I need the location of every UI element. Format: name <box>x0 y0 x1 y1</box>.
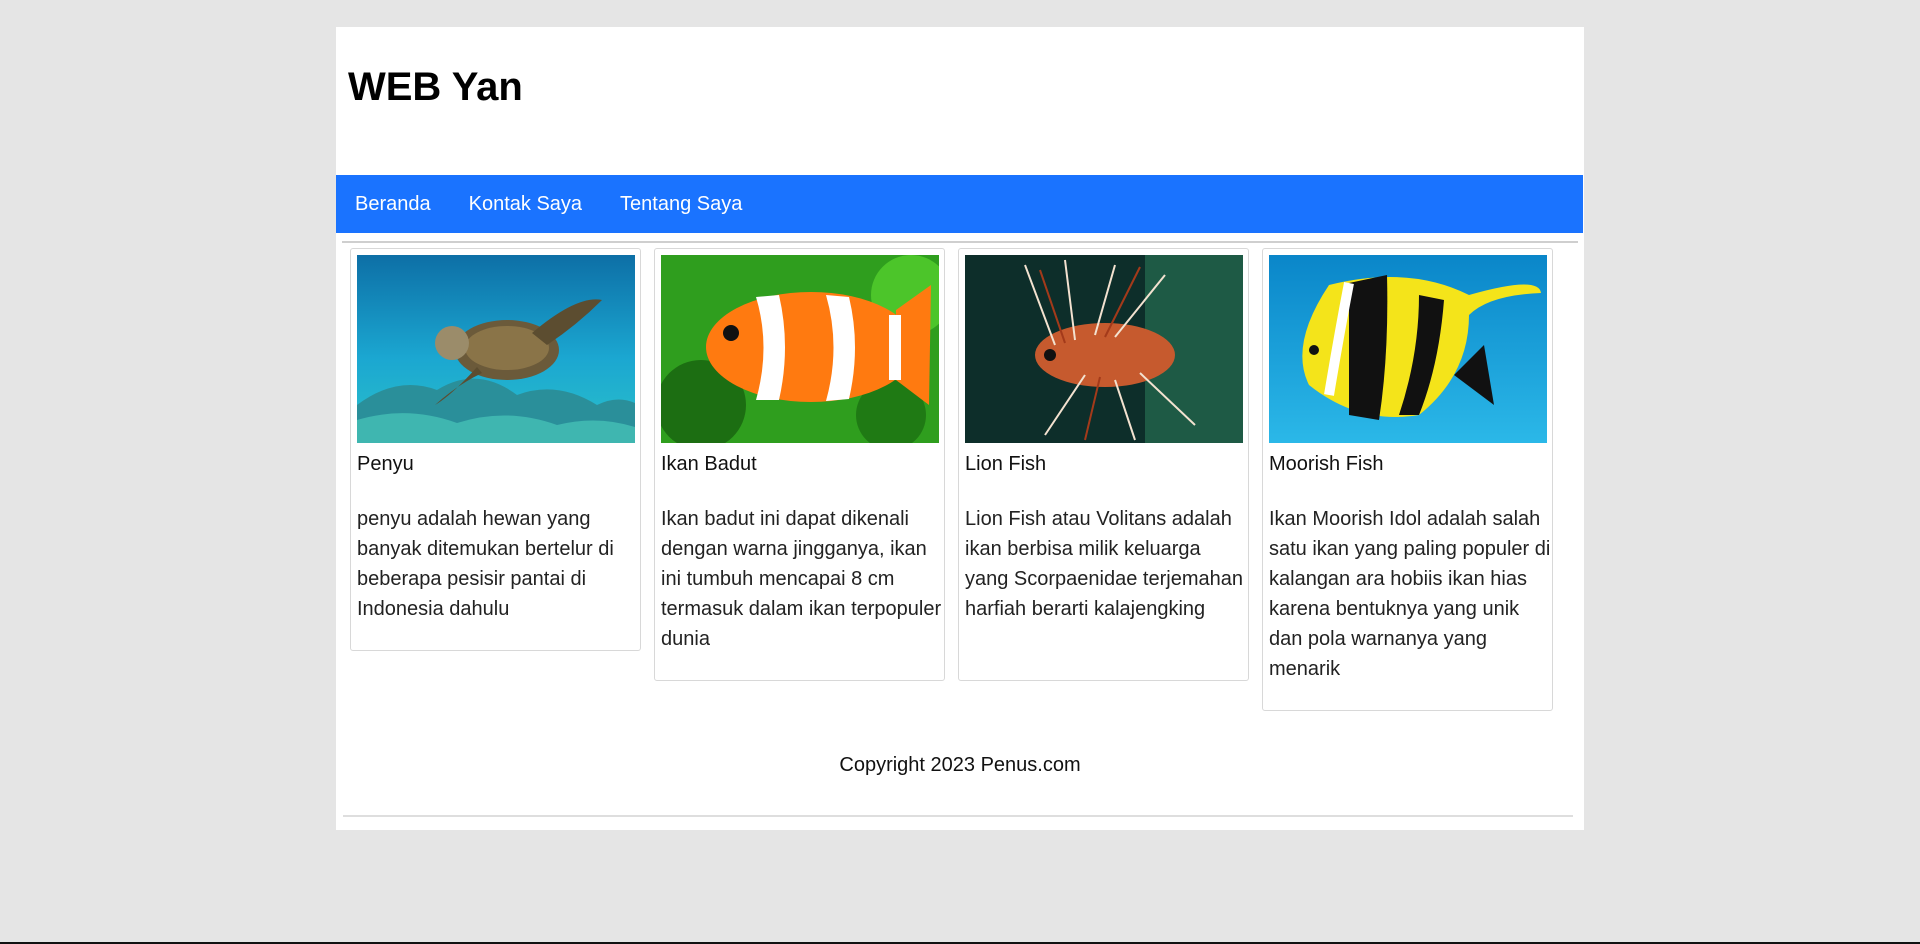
card-ikan-badut: Ikan Badut Ikan badut ini dapat dikenali… <box>654 248 945 681</box>
content-divider <box>342 241 1578 243</box>
card-lion-fish: Lion Fish Lion Fish atau Volitans adalah… <box>958 248 1249 681</box>
nav-link-tentang-saya[interactable]: Tentang Saya <box>620 193 742 216</box>
card-description: Ikan badut ini dapat dikenali dengan war… <box>661 508 942 650</box>
card-description: Lion Fish atau Volitans adalah ikan berb… <box>965 508 1243 620</box>
page-container: WEB Yan Beranda Kontak Saya Tentang Saya <box>336 27 1584 830</box>
card-penyu: Penyu penyu adalah hewan yang banyak dit… <box>350 248 641 651</box>
lionfish-image <box>965 255 1243 443</box>
card-title: Penyu <box>357 453 414 475</box>
footer-divider <box>343 815 1573 817</box>
sea-turtle-image <box>357 255 635 443</box>
clownfish-image <box>661 255 939 443</box>
card-title: Moorish Fish <box>1269 453 1384 475</box>
card-title: Lion Fish <box>965 453 1047 475</box>
card-moorish-fish: Moorish Fish Ikan Moorish Idol adalah sa… <box>1262 248 1553 711</box>
card-description: Ikan Moorish Idol adalah salah satu ikan… <box>1269 508 1551 680</box>
card-description: penyu adalah hewan yang banyak ditemukan… <box>357 508 614 620</box>
footer-copyright: Copyright 2023 Penus.com <box>839 754 1081 776</box>
nav-link-beranda[interactable]: Beranda <box>355 193 431 216</box>
nav-link-kontak-saya[interactable]: Kontak Saya <box>469 193 582 216</box>
card-title: Ikan Badut <box>661 453 757 475</box>
moorish-idol-image <box>1269 255 1547 443</box>
main-navbar: Beranda Kontak Saya Tentang Saya <box>336 175 1583 233</box>
site-title: WEB Yan <box>348 65 523 109</box>
